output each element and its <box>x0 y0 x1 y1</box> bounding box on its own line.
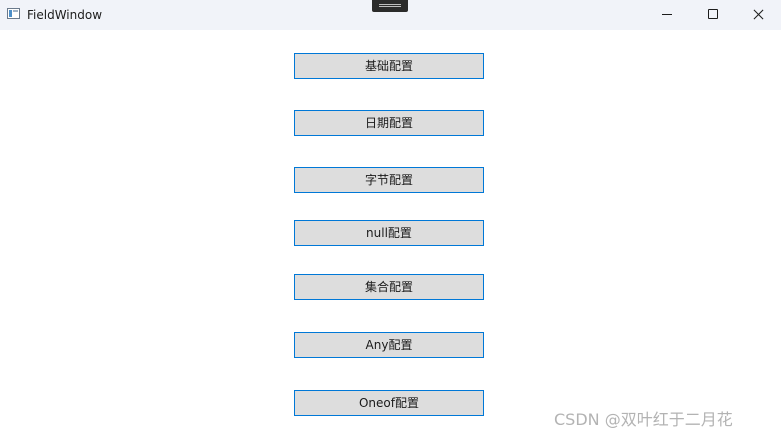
maximize-button[interactable] <box>690 0 736 30</box>
minimize-button[interactable] <box>644 0 690 30</box>
collection-config-button[interactable]: 集合配置 <box>294 274 484 300</box>
window-title: FieldWindow <box>27 8 103 22</box>
title-bar[interactable]: FieldWindow <box>0 0 781 30</box>
basic-config-button[interactable]: 基础配置 <box>294 53 484 79</box>
drag-handle[interactable] <box>372 0 408 12</box>
date-config-button[interactable]: 日期配置 <box>294 110 484 136</box>
bytes-config-button[interactable]: 字节配置 <box>294 167 484 193</box>
watermark: CSDN @双叶红于二月花 <box>554 410 733 429</box>
null-config-button[interactable]: null配置 <box>294 220 484 246</box>
close-button[interactable] <box>735 0 781 30</box>
any-config-button[interactable]: Any配置 <box>294 332 484 358</box>
oneof-config-button[interactable]: Oneof配置 <box>294 390 484 416</box>
app-window-icon <box>7 8 20 19</box>
